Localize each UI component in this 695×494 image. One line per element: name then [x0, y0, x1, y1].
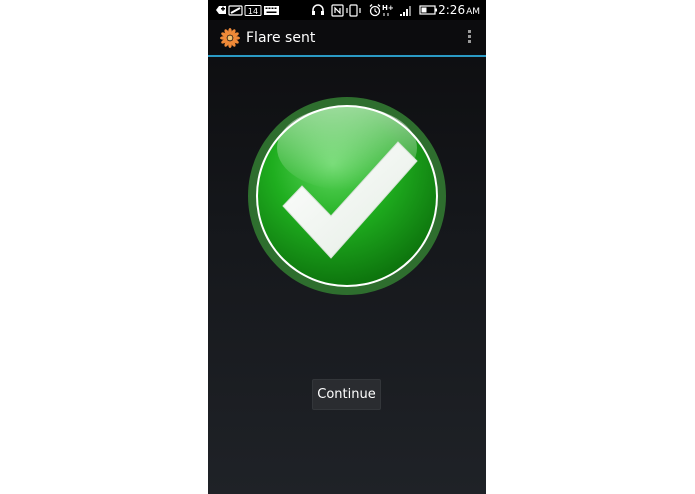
page-title: Flare sent: [246, 30, 316, 46]
status-icons-left: 14: [216, 4, 381, 17]
overflow-menu-icon[interactable]: [464, 28, 474, 48]
battery-icon: [419, 5, 437, 15]
nfc-icon: [331, 4, 344, 17]
status-bar: 14 H+ 2:26AM: [208, 0, 486, 20]
keyboard-icon: [264, 6, 279, 15]
app-notification-icon: [228, 5, 243, 16]
clock: 2:26AM: [438, 3, 480, 19]
phone-screen: 14 H+ 2:26AM Flare sent Continue: [208, 0, 486, 494]
add-icon: [216, 6, 226, 14]
check-mark-icon: [248, 97, 446, 295]
signal-icon: [400, 6, 411, 16]
time-ampm: AM: [466, 7, 480, 17]
network-h-plus-icon: H+: [382, 4, 394, 12]
time-value: 2:26: [438, 3, 466, 17]
svg-text:14: 14: [248, 7, 258, 16]
count-badge: 14: [244, 5, 262, 16]
status-icons-right: H+: [382, 4, 411, 16]
headphones-icon: [312, 4, 324, 15]
vibrate-icon: [346, 4, 361, 17]
flare-icon[interactable]: [220, 28, 240, 48]
continue-button[interactable]: Continue: [312, 379, 381, 410]
action-bar: Flare sent: [208, 20, 486, 57]
alarm-icon: [369, 4, 381, 17]
